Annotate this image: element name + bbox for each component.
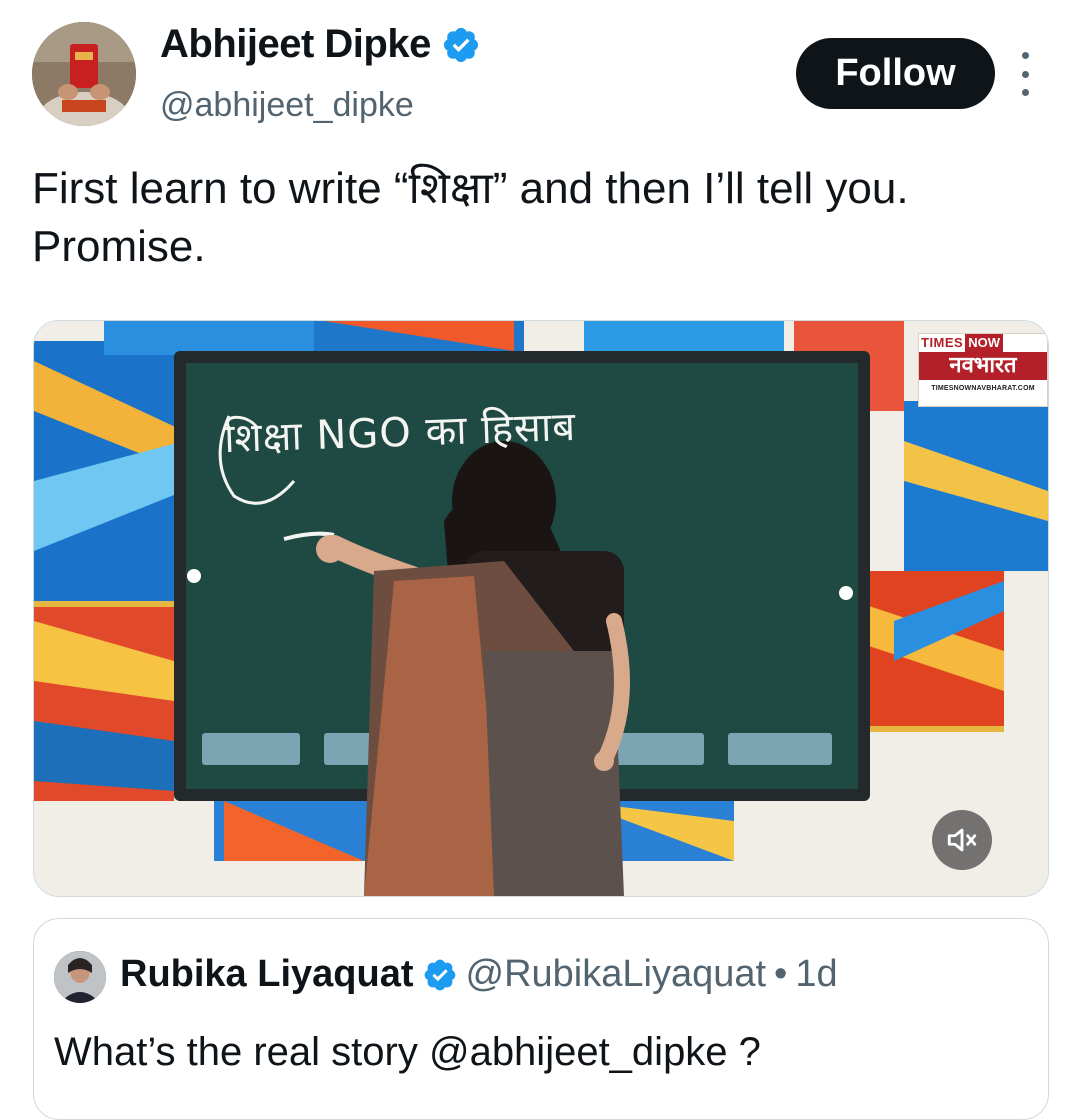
- follow-button[interactable]: Follow: [796, 38, 995, 109]
- logo-url-text: TIMESNOWNAVBHARAT.COM: [931, 385, 1035, 392]
- author-avatar[interactable]: [32, 22, 136, 126]
- channel-logo: TIMES NOW नवभारत TIMESNOWNAVBHARAT.COM: [918, 333, 1048, 407]
- author-handle[interactable]: @abhijeet_dipke: [160, 86, 414, 125]
- quoted-verified-badge-icon: [422, 957, 458, 993]
- quoted-display-name[interactable]: Rubika Liyaquat: [120, 953, 414, 996]
- quoted-text: What’s the real story @abhijeet_dipke ?: [54, 1030, 761, 1074]
- more-vertical-icon[interactable]: [1010, 52, 1040, 96]
- verified-badge-icon: [441, 25, 481, 65]
- quoted-separator: •: [774, 953, 788, 995]
- tweet-text: First learn to write “शिक्षा” and then I…: [32, 164, 909, 271]
- quoted-tweet[interactable]: Rubika Liyaquat @RubikaLiyaquat • 1d Wha…: [33, 918, 1049, 1120]
- logo-now-text: NOW: [965, 334, 1004, 352]
- logo-times-text: TIMES: [919, 334, 966, 352]
- tweet-video[interactable]: शिक्षा NGO का हिसाब TIMES NOW नवभारत TIM…: [33, 320, 1049, 897]
- quoted-timestamp[interactable]: 1d: [795, 953, 837, 996]
- volume-muted-icon[interactable]: [932, 810, 992, 870]
- quoted-avatar[interactable]: [54, 951, 106, 1003]
- author-name-row: Abhijeet Dipke: [160, 22, 481, 67]
- quoted-header: Rubika Liyaquat @RubikaLiyaquat • 1d: [120, 953, 838, 996]
- author-display-name[interactable]: Abhijeet Dipke: [160, 22, 431, 67]
- quoted-handle[interactable]: @RubikaLiyaquat: [466, 953, 767, 996]
- logo-hindi-text: नवभारत: [919, 352, 1047, 380]
